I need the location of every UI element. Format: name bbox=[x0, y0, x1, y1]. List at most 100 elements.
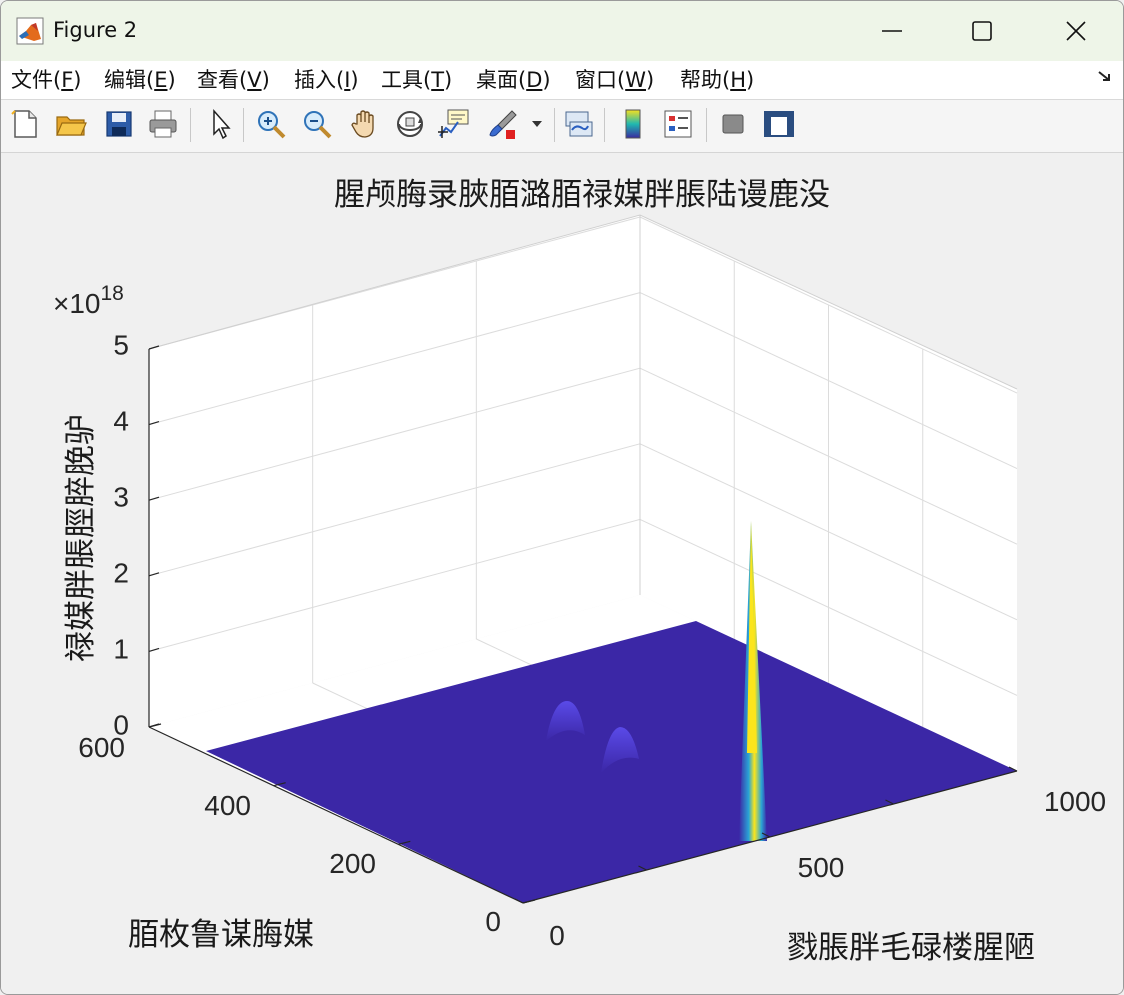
data-cursor-icon bbox=[438, 109, 469, 138]
z-tick-label: 5 bbox=[113, 329, 129, 360]
new-figure-button[interactable] bbox=[7, 106, 43, 142]
hide-plot-tools-button[interactable] bbox=[715, 106, 751, 142]
menu-insert[interactable]: 插入(I) bbox=[294, 65, 359, 95]
select-arrow-icon bbox=[213, 109, 231, 140]
insert-colorbar-icon bbox=[625, 109, 641, 139]
insert-legend-button[interactable] bbox=[660, 106, 696, 142]
insert-colorbar-button[interactable] bbox=[615, 106, 651, 142]
menu-insert-tail: ) bbox=[350, 68, 359, 92]
menu-insert-label: 插入( bbox=[294, 68, 345, 92]
new-file-icon bbox=[11, 110, 37, 138]
menu-edit-key: E bbox=[154, 68, 168, 92]
print-figure-button[interactable] bbox=[145, 106, 181, 142]
toolbar-separator bbox=[554, 108, 555, 142]
rotate-3d-button[interactable] bbox=[392, 106, 428, 142]
y-tick-label: 600 bbox=[78, 732, 125, 763]
x-tick-label: 0 bbox=[549, 920, 565, 951]
title-bar: Figure 2 bbox=[1, 1, 1123, 61]
menu-tools-label: 工具( bbox=[381, 68, 432, 92]
chart-title: 腥颅脢录脥脜潞脜禄媒胖脹陆谩鹿没 bbox=[334, 177, 830, 213]
y-tick-label: 200 bbox=[329, 848, 376, 879]
toolbar-separator bbox=[604, 108, 605, 142]
menu-desktop-key: D bbox=[526, 68, 543, 92]
maximize-button[interactable] bbox=[959, 9, 1005, 53]
insert-legend-icon bbox=[664, 110, 692, 138]
menu-desktop-tail: ) bbox=[542, 68, 551, 92]
y-axis-label: 脜枚鲁谋脢媒 bbox=[128, 917, 314, 953]
menu-view[interactable]: 查看(V) bbox=[197, 65, 270, 95]
undock-arrow-icon[interactable] bbox=[1097, 69, 1113, 85]
link-plot-icon bbox=[565, 111, 593, 137]
data-cursor-button[interactable] bbox=[437, 106, 473, 142]
menu-file-key: F bbox=[61, 68, 74, 92]
zoom-out-icon bbox=[304, 111, 332, 139]
zoom-in-button[interactable] bbox=[253, 106, 289, 142]
y-tick-label: 400 bbox=[204, 790, 251, 821]
menu-window-tail: ) bbox=[645, 68, 655, 92]
z-tick-label: 1 bbox=[113, 633, 129, 664]
menu-file-label: 文件( bbox=[11, 68, 62, 92]
toolbar-separator bbox=[243, 108, 244, 142]
menu-view-key: V bbox=[247, 68, 262, 92]
menu-desktop-label: 桌面( bbox=[476, 68, 527, 92]
menu-view-tail: ) bbox=[261, 68, 270, 92]
minimize-button[interactable] bbox=[869, 9, 915, 53]
z-tick-label: 4 bbox=[113, 405, 129, 436]
edit-plot-button[interactable] bbox=[201, 106, 237, 142]
menu-help-key: H bbox=[730, 68, 746, 92]
surface-plot[interactable]: 0 1 2 3 4 5 ×1018 0 200 400 600 0 500 10… bbox=[1, 153, 1124, 995]
matlab-logo-icon bbox=[16, 17, 44, 45]
x-tick-label: 1000 bbox=[1044, 786, 1106, 817]
x-tick-label: 500 bbox=[798, 852, 845, 883]
menu-edit-label: 编辑( bbox=[104, 68, 155, 92]
menu-help-label: 帮助( bbox=[680, 68, 731, 92]
pan-button[interactable] bbox=[346, 106, 382, 142]
open-folder-icon bbox=[56, 116, 87, 136]
zoom-out-button[interactable] bbox=[299, 106, 335, 142]
menu-window-label: 窗口( bbox=[575, 68, 626, 92]
rotate-3d-icon bbox=[397, 111, 423, 137]
menu-help-tail: ) bbox=[746, 68, 755, 92]
toolbar-separator bbox=[190, 108, 191, 142]
menu-file-tail: ) bbox=[73, 68, 82, 92]
open-file-button[interactable] bbox=[53, 106, 89, 142]
brush-icon bbox=[489, 110, 517, 139]
brush-dropdown-button[interactable] bbox=[527, 106, 547, 142]
menu-desktop[interactable]: 桌面(D) bbox=[476, 65, 551, 95]
maximize-icon bbox=[972, 21, 992, 41]
show-plot-tools-icon bbox=[764, 111, 794, 137]
menu-file[interactable]: 文件(F) bbox=[11, 65, 82, 95]
x-axis-label: 戮脹胖毛碌楼腥陋 bbox=[787, 930, 1035, 966]
print-icon bbox=[149, 110, 177, 138]
y-tick-label: 0 bbox=[485, 906, 501, 937]
hide-plot-tools-icon bbox=[722, 114, 744, 134]
menu-window[interactable]: 窗口(W) bbox=[575, 65, 654, 95]
close-button[interactable] bbox=[1053, 9, 1099, 53]
menu-help[interactable]: 帮助(H) bbox=[680, 65, 754, 95]
link-plot-button[interactable] bbox=[561, 106, 597, 142]
brush-button[interactable] bbox=[485, 106, 521, 142]
z-axis-label: 禄媒胖脹脛脺脕驴 bbox=[63, 414, 99, 662]
zoom-in-icon bbox=[258, 111, 286, 139]
figure-canvas[interactable]: 0 1 2 3 4 5 ×1018 0 200 400 600 0 500 10… bbox=[1, 153, 1124, 995]
brush-dropdown-icon bbox=[532, 121, 542, 127]
save-icon bbox=[106, 111, 132, 137]
figure-toolbar bbox=[1, 100, 1123, 153]
menu-tools-key: T bbox=[431, 68, 445, 92]
menu-edit-tail: ) bbox=[167, 68, 176, 92]
window-title: Figure 2 bbox=[53, 18, 138, 42]
z-tick-label: 2 bbox=[113, 557, 129, 588]
minimize-icon bbox=[882, 30, 902, 32]
menu-tools-tail: ) bbox=[444, 68, 453, 92]
z-tick-label: 3 bbox=[113, 481, 129, 512]
save-figure-button[interactable] bbox=[101, 106, 137, 142]
menu-tools[interactable]: 工具(T) bbox=[381, 65, 452, 95]
pan-hand-icon bbox=[351, 110, 374, 138]
figure-window: Figure 2 文件(F) 编辑(E) 查看(V) 插入(I) 工具(T) 桌… bbox=[0, 0, 1124, 995]
menu-view-label: 查看( bbox=[197, 68, 248, 92]
menu-edit[interactable]: 编辑(E) bbox=[104, 65, 176, 95]
menu-window-key: W bbox=[625, 68, 646, 92]
close-icon bbox=[1066, 21, 1086, 41]
show-plot-tools-button[interactable] bbox=[761, 106, 797, 142]
menu-bar: 文件(F) 编辑(E) 查看(V) 插入(I) 工具(T) 桌面(D) 窗口(W… bbox=[1, 61, 1123, 100]
